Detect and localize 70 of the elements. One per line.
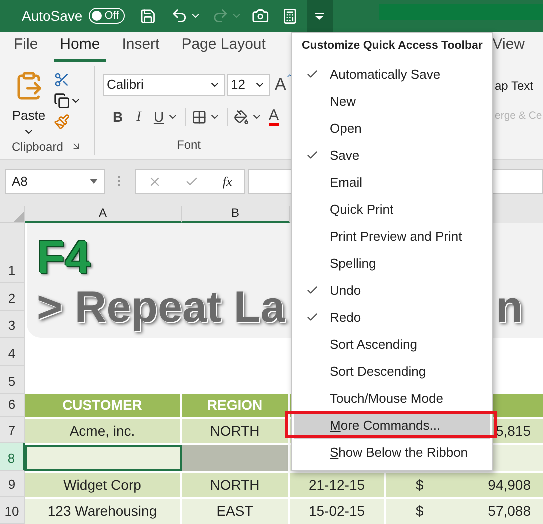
- table-cell: 123 Warehousing: [25, 499, 182, 524]
- row-header[interactable]: 1: [0, 223, 25, 283]
- table-cell-text: 57,088: [488, 502, 531, 521]
- row-header[interactable]: 7: [0, 417, 25, 443]
- row-header[interactable]: 4: [0, 338, 25, 366]
- menu-item-label: Sort Ascending: [330, 336, 418, 354]
- table-cell-text: 15-02-15: [308, 502, 366, 521]
- shortcut-key-title: F4: [37, 231, 91, 283]
- menu-item-label: New: [330, 92, 356, 111]
- table-cell-text: 5,815: [496, 422, 531, 440]
- menu-item-label: Save: [330, 146, 360, 165]
- row-header[interactable]: 6: [0, 394, 25, 417]
- menu-title: Customize Quick Access Toolbar: [301, 39, 484, 54]
- menu-item[interactable]: Automatically Save: [294, 61, 490, 88]
- font-color-button[interactable]: A: [269, 108, 280, 126]
- name-box[interactable]: A8: [5, 169, 105, 194]
- menu-item-label: Redo: [330, 308, 362, 327]
- menu-item-label: Print Preview and Print: [330, 228, 462, 246]
- menu-item[interactable]: Touch/Mouse Mode: [294, 385, 490, 412]
- paste-button[interactable]: Paste: [10, 70, 48, 138]
- table-cell-text: 94,908: [488, 476, 531, 494]
- insert-function-button[interactable]: fx: [222, 172, 232, 192]
- banner-title: > Repeat La: [37, 283, 286, 333]
- menu-item[interactable]: Open: [294, 115, 490, 142]
- ribbon-tab[interactable]: View: [486, 32, 531, 62]
- menu-item[interactable]: New: [294, 88, 490, 115]
- table-cell: EAST: [182, 499, 290, 524]
- menu-item[interactable]: Show Below the Ribbon: [294, 439, 490, 466]
- menu-item-label: Open: [330, 120, 362, 138]
- bold-button[interactable]: B: [109, 106, 127, 128]
- ribbon-tab[interactable]: Page Layout: [176, 32, 272, 62]
- menu-item-label: Spelling: [330, 254, 376, 273]
- ribbon-tab[interactable]: File: [8, 32, 44, 62]
- font-name-field[interactable]: Calibri: [103, 74, 225, 96]
- row-header[interactable]: 2: [0, 283, 25, 311]
- menu-item[interactable]: Sort Descending: [294, 358, 490, 385]
- row-header[interactable]: 9: [0, 471, 25, 497]
- menu-item[interactable]: Email: [294, 169, 490, 196]
- italic-button[interactable]: I: [129, 106, 149, 128]
- table-cell-text: $: [416, 476, 424, 494]
- wrap-text-button[interactable]: ap Text: [495, 77, 543, 95]
- row-header[interactable]: 5: [0, 366, 25, 394]
- table-cell-text: $: [416, 502, 424, 521]
- menu-item-label: Quick Print: [330, 200, 394, 219]
- row-header[interactable]: 10: [0, 497, 25, 524]
- menu-item-label: Show Below the Ribbon: [330, 444, 468, 462]
- menu-item-label: Automatically Save: [330, 66, 441, 84]
- menu-item[interactable]: Sort Ascending: [294, 331, 490, 358]
- group-label: Clipboard: [12, 138, 64, 156]
- menu-item[interactable]: Print Preview and Print: [294, 223, 490, 250]
- group-label: Font: [176, 137, 201, 154]
- autosave-label: AutoSave: [22, 6, 83, 26]
- menu-item[interactable]: Redo: [294, 304, 490, 331]
- menu-item-label: Touch/Mouse Mode: [330, 390, 444, 408]
- menu-item[interactable]: Spelling: [294, 250, 490, 277]
- banner-title: n: [496, 283, 523, 333]
- row-header[interactable]: 3: [0, 311, 25, 338]
- table-cell-text: 21-12-15: [308, 476, 366, 494]
- menu-item[interactable]: Undo: [294, 277, 490, 304]
- autosave-toggle[interactable]: Off: [88, 8, 126, 24]
- menu-item-label: More Commands...: [330, 416, 441, 435]
- row-header[interactable]: 8: [0, 443, 25, 471]
- menu-item[interactable]: Save: [294, 142, 490, 169]
- menu-item-label: Undo: [330, 282, 362, 300]
- font-size-field[interactable]: 12: [227, 74, 270, 96]
- menu-item-label: Email: [330, 174, 363, 192]
- ribbon-tab[interactable]: Insert: [116, 32, 166, 62]
- underline-button[interactable]: U: [151, 106, 167, 128]
- menu-item[interactable]: Quick Print: [294, 196, 490, 223]
- menu-item-label: Sort Descending: [330, 362, 426, 381]
